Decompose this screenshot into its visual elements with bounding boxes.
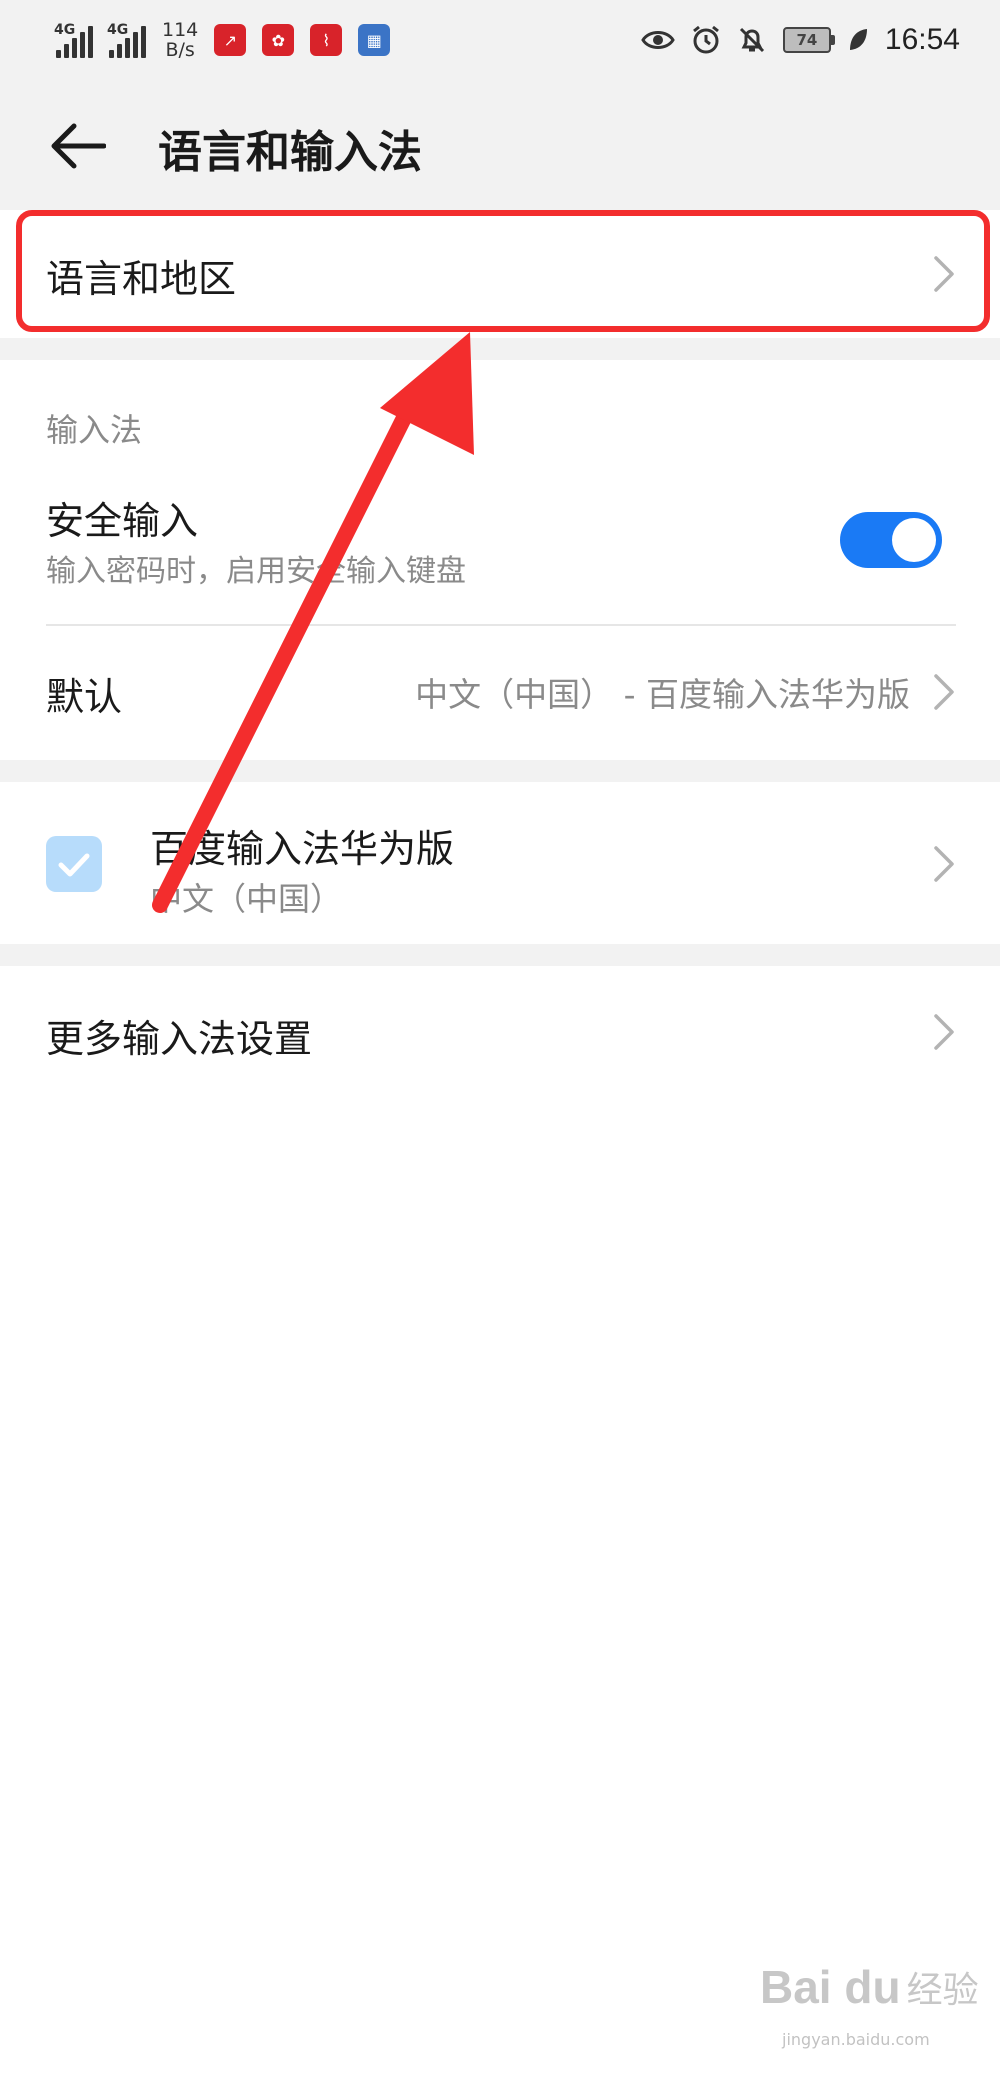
keyboard-name: 百度输入法华为版 xyxy=(150,827,455,871)
default-input-row[interactable]: 默认 中文（中国） - 百度输入法华为版 xyxy=(0,626,1000,756)
secure-input-toggle[interactable] xyxy=(840,512,942,568)
watermark-logo: Bai du xyxy=(760,1961,901,2013)
section-gap xyxy=(0,338,1000,360)
default-input-title: 默认 xyxy=(46,675,123,719)
network-speed: 114 B/s xyxy=(162,20,198,60)
eye-icon xyxy=(641,31,675,49)
secure-input-subtitle: 输入密码时，启用安全输入键盘 xyxy=(46,554,466,589)
status-bar: 4G 4G 114 B/s ↗ ✿ ⌇ ▦ 74 16:54 xyxy=(0,0,1000,80)
red-packet-app-icon: ✿ xyxy=(262,24,295,56)
trend-app-icon: ⌇ xyxy=(310,24,343,56)
watermark-cn: 经验 xyxy=(906,1970,979,2011)
leaf-icon xyxy=(849,29,867,50)
alarm-icon xyxy=(692,25,719,54)
chevron-right-icon xyxy=(934,1014,954,1050)
watermark-url: jingyan.baidu.com xyxy=(782,2030,930,2049)
status-bar-right: 74 16:54 xyxy=(641,16,960,64)
more-input-settings-row[interactable]: 更多输入法设置 xyxy=(0,966,1000,1098)
toggle-knob xyxy=(892,518,936,562)
network-type: 4G xyxy=(54,22,76,38)
language-region-label: 语言和地区 xyxy=(46,257,237,301)
baidu-watermark: Bai du 经验 xyxy=(760,1960,979,2014)
chevron-right-icon xyxy=(934,256,954,292)
chevron-right-icon xyxy=(934,846,954,882)
keyboard-language: 中文（中国） xyxy=(150,880,343,918)
section-label: 输入法 xyxy=(46,411,143,449)
section-gap xyxy=(0,760,1000,782)
chevron-right-icon xyxy=(934,674,954,710)
language-region-row[interactable]: 语言和地区 xyxy=(0,210,1000,338)
keyboard-checkbox[interactable] xyxy=(46,836,102,892)
back-button[interactable] xyxy=(40,108,116,184)
battery-icon: 74 xyxy=(782,27,835,53)
secure-input-title: 安全输入 xyxy=(46,499,199,543)
chart-app-icon: ▦ xyxy=(358,24,391,56)
input-methods-card: 输入法 安全输入 输入密码时，启用安全输入键盘 默认 中文（中国） - 百度输入… xyxy=(0,360,1000,760)
check-icon xyxy=(58,853,90,877)
section-gap xyxy=(0,944,1000,966)
speed-value: 114 xyxy=(162,19,199,41)
default-input-value: 中文（中国） - 百度输入法华为版 xyxy=(415,675,910,714)
page-title: 语言和输入法 xyxy=(158,127,422,178)
signal-icon: 4G xyxy=(54,22,93,58)
secure-input-row[interactable]: 安全输入 输入密码时，启用安全输入键盘 xyxy=(0,490,1000,612)
network-type: 4G xyxy=(107,22,129,38)
keyboard-row[interactable]: 百度输入法华为版 中文（中国） xyxy=(0,782,1000,944)
more-input-settings-label: 更多输入法设置 xyxy=(46,1017,313,1061)
app-header: 语言和输入法 xyxy=(0,80,1000,210)
signal-icon: 4G xyxy=(107,22,146,58)
stock-app-icon: ↗ xyxy=(214,24,247,56)
mute-bell-icon xyxy=(739,27,764,53)
clock: 16:54 xyxy=(884,23,960,56)
speed-unit: B/s xyxy=(165,39,195,61)
back-arrow-icon xyxy=(51,123,106,169)
status-bar-left: 4G 4G 114 B/s ↗ ✿ ⌇ ▦ xyxy=(54,16,391,64)
